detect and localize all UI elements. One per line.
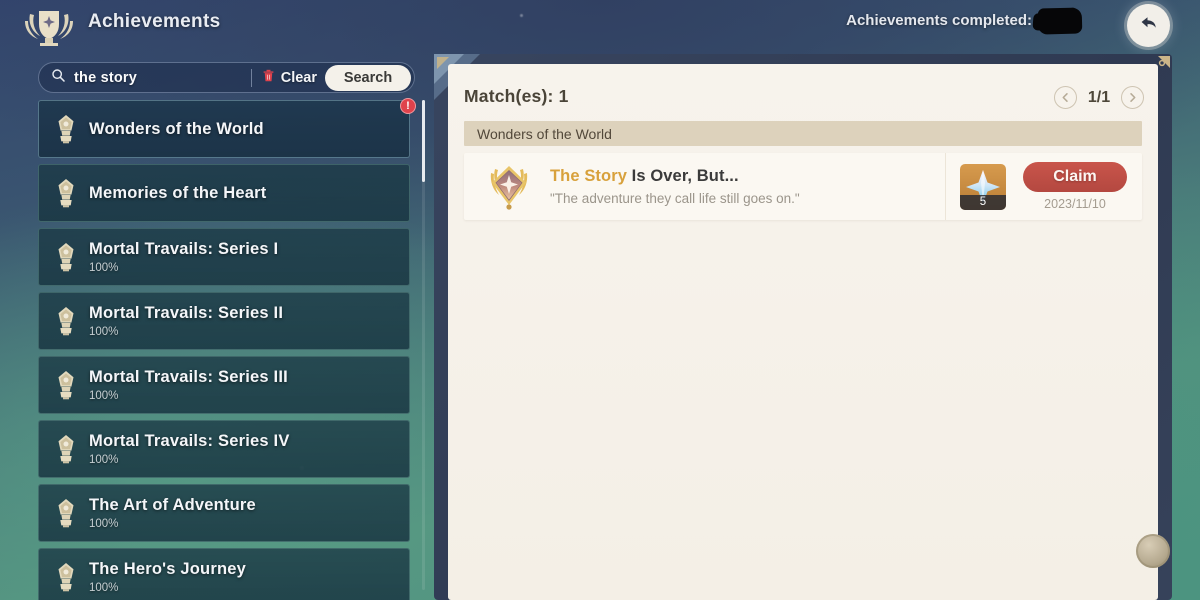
reward-count: 5	[960, 194, 1006, 210]
sidebar-item-mortal-travails-series-ii[interactable]: Mortal Travails: Series II 100%	[38, 292, 410, 350]
achievement-row[interactable]: The Story Is Over, But... "The adventure…	[464, 153, 1142, 220]
sidebar-item-mortal-travails-series-iv[interactable]: Mortal Travails: Series IV 100%	[38, 420, 410, 478]
trash-icon[interactable]	[262, 68, 275, 88]
sidebar-item-label: Mortal Travails: Series IV	[89, 432, 290, 450]
sidebar-item-progress: 100%	[89, 262, 119, 274]
achievement-medal-icon	[53, 498, 79, 528]
back-button[interactable]	[1127, 4, 1170, 47]
claim-button[interactable]: Claim	[1023, 162, 1127, 192]
sidebar-item-memories-of-the-heart[interactable]: Memories of the Heart	[38, 164, 410, 222]
sidebar-item-label: Mortal Travails: Series I	[89, 240, 279, 258]
search-icon	[51, 68, 66, 88]
sidebar-item-label: The Art of Adventure	[89, 496, 256, 514]
sidebar-item-wonders-of-the-world[interactable]: Wonders of the World	[38, 100, 410, 158]
reward-item[interactable]: 5	[960, 163, 1006, 210]
achievement-description: "The adventure they call life still goes…	[550, 191, 800, 206]
achievement-medal-icon	[53, 114, 79, 144]
category-list[interactable]: Wonders of the World Memories of the Hea…	[38, 100, 410, 600]
claim-area: Claim 2023/11/10	[1020, 162, 1130, 211]
page-indicator: 1/1	[1087, 88, 1111, 106]
sidebar-item-text: Mortal Travails: Series III 100%	[89, 368, 288, 402]
search-input[interactable]: the story	[74, 70, 251, 86]
achievement-trophy-laurel-icon	[18, 4, 80, 48]
achievements-completed-value-redaction	[1037, 7, 1083, 35]
page-title: Achievements	[88, 11, 221, 32]
achievement-medal-icon	[53, 434, 79, 464]
result-group-header-label: Wonders of the World	[477, 125, 612, 142]
claim-date: 2023/11/10	[1044, 197, 1106, 211]
sidebar-item-label: The Hero's Journey	[89, 560, 246, 578]
sidebar-item-mortal-travails-series-iii[interactable]: Mortal Travails: Series III 100%	[38, 356, 410, 414]
achievement-title: The Story Is Over, But...	[550, 167, 945, 186]
sidebar-item-label: Wonders of the World	[89, 119, 264, 138]
achievement-medal-icon	[53, 242, 79, 272]
sidebar-item-text: The Art of Adventure 100%	[89, 496, 256, 530]
achievements-completed-label: Achievements completed:	[846, 12, 1032, 29]
achievement-medal-icon	[53, 178, 79, 208]
sidebar-item-progress: 100%	[89, 326, 119, 338]
circular-ornament-icon	[1136, 534, 1170, 568]
sidebar-item-mortal-travails-series-i[interactable]: Mortal Travails: Series I 100%	[38, 228, 410, 286]
sidebar-item-text: The Hero's Journey 100%	[89, 560, 246, 594]
sidebar-item-text: Memories of the Heart	[89, 184, 267, 203]
achievement-medal-icon	[53, 562, 79, 592]
achievement-rank-badge-icon	[482, 160, 536, 214]
chevron-right-icon[interactable]	[1121, 86, 1144, 109]
search-results-panel: Match(es): 1 1/1 Wonders of the World Th…	[448, 64, 1170, 600]
achievement-title-rest: Is Over, But...	[627, 167, 739, 185]
achievement-title-match: The Story	[550, 167, 627, 185]
back-arrow-icon	[1137, 11, 1161, 40]
sidebar-item-text: Wonders of the World	[89, 120, 264, 139]
achievement-medal-icon	[53, 370, 79, 400]
top-bar: Achievements Achievements completed:	[0, 0, 1200, 52]
sidebar-item-label: Mortal Travails: Series III	[89, 368, 288, 386]
sidebar-item-progress: 100%	[89, 518, 119, 530]
search-divider	[250, 68, 252, 87]
sidebar-item-text: Mortal Travails: Series I 100%	[89, 240, 278, 274]
search-bar[interactable]: the story Clear Search	[38, 62, 415, 93]
pagination: 1/1	[1054, 86, 1144, 109]
sidebar-item-the-art-of-adventure[interactable]: The Art of Adventure 100%	[38, 484, 410, 542]
category-list-scrollbar[interactable]	[422, 100, 425, 590]
reward-divider	[945, 153, 946, 220]
sidebar-item-text: Mortal Travails: Series II 100%	[89, 304, 283, 338]
sidebar-item-progress: 100%	[89, 454, 119, 466]
sidebar-item-label: Memories of the Heart	[89, 183, 267, 202]
search-button[interactable]: Search	[325, 64, 411, 91]
match-count-label: Match(es): 1	[464, 86, 569, 106]
achievements-screen: Achievements Achievements completed: the…	[0, 0, 1200, 600]
clear-button[interactable]: Clear	[281, 70, 317, 86]
sidebar-item-label: Mortal Travails: Series II	[89, 304, 284, 322]
chevron-left-icon[interactable]	[1054, 86, 1077, 109]
category-list-scrollbar-thumb[interactable]	[422, 100, 425, 182]
sidebar-item-text: Mortal Travails: Series IV 100%	[89, 432, 290, 466]
sidebar-item-progress: 100%	[89, 582, 119, 594]
achievement-medal-icon	[53, 306, 79, 336]
achievement-text-block: The Story Is Over, But... "The adventure…	[550, 167, 945, 206]
sidebar-item-progress: 100%	[89, 390, 119, 402]
category-alert-badge: !	[400, 98, 416, 114]
result-group-header: Wonders of the World	[464, 121, 1142, 146]
sidebar-item-the-hero-s-journey[interactable]: The Hero's Journey 100%	[38, 548, 410, 600]
